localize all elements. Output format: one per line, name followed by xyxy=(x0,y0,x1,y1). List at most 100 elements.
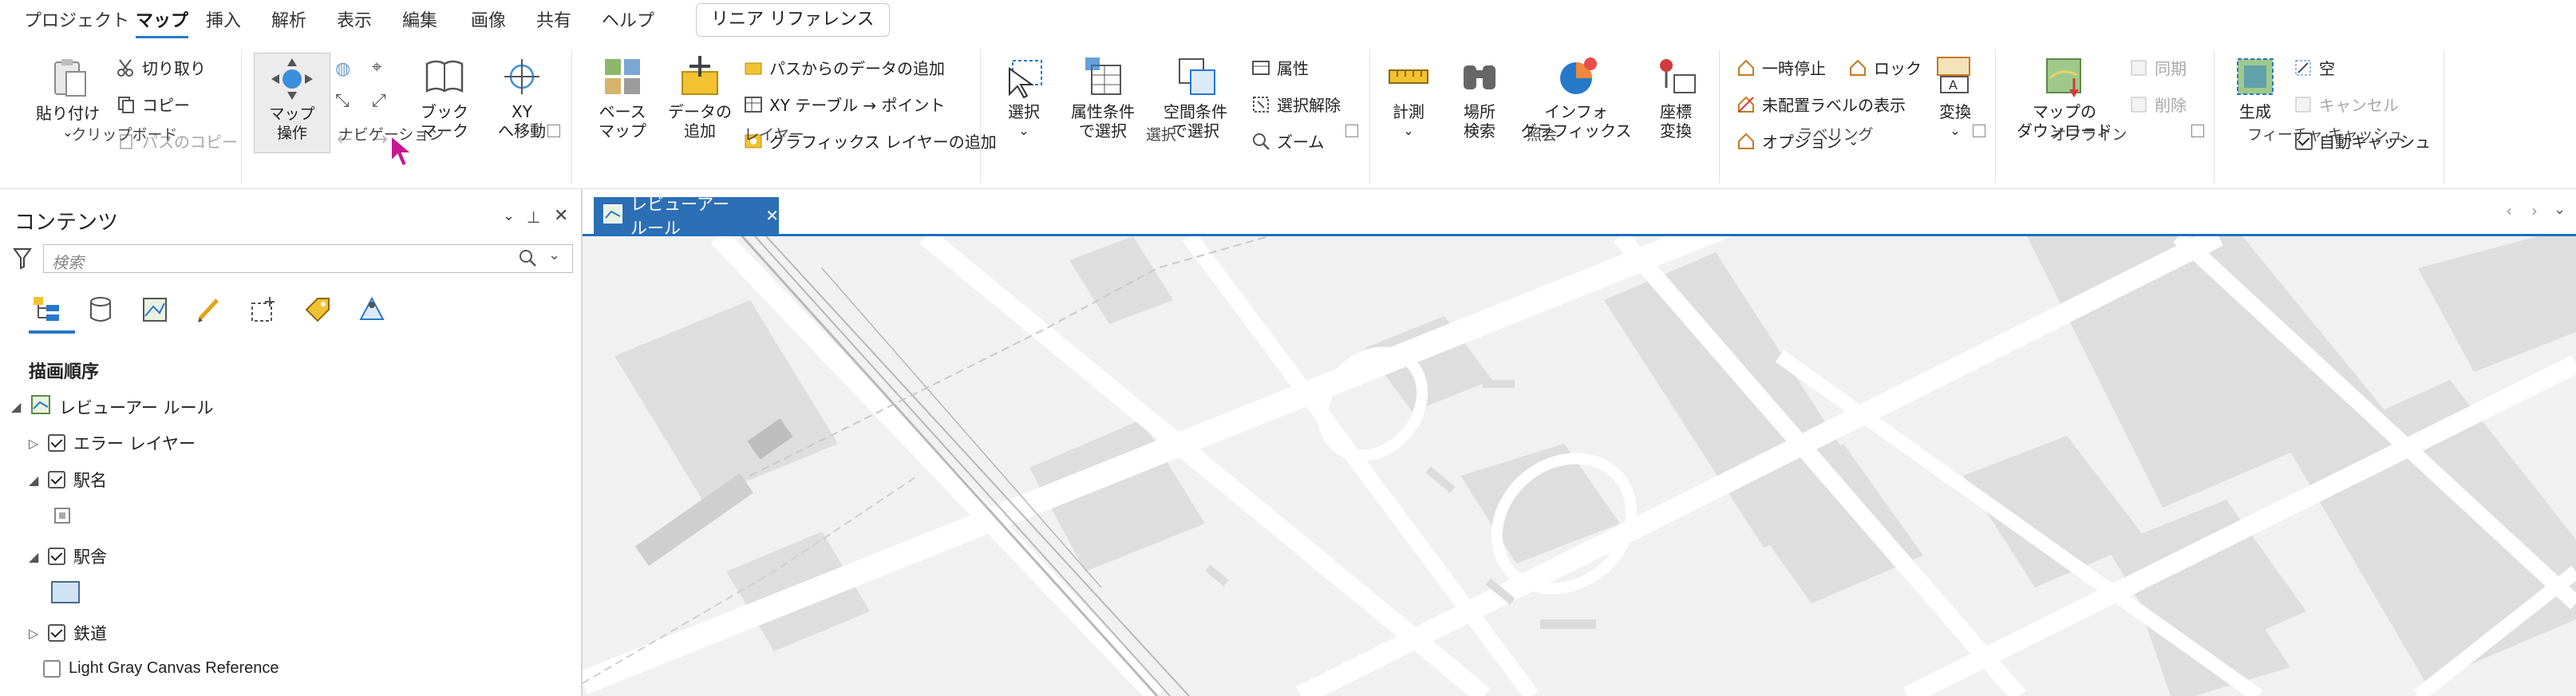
search-box[interactable]: 検索 ⌄ xyxy=(43,244,573,273)
clear-selection-icon xyxy=(1251,95,1270,114)
search-input[interactable]: 検索 xyxy=(52,250,84,273)
map-tab-icon xyxy=(603,204,622,227)
ribbon-separator xyxy=(1995,49,1996,184)
tab-imagery[interactable]: 画像 xyxy=(471,6,506,32)
search-icon[interactable] xyxy=(518,248,537,271)
select-by-attributes-label: 属性条件 で選択 xyxy=(1071,102,1135,140)
sync-button[interactable]: 同期 xyxy=(2129,56,2187,79)
remove-offline-button[interactable]: 削除 xyxy=(2129,93,2187,116)
pause-labeling-button[interactable]: 一時停止 xyxy=(1736,56,1826,79)
add-data-label: データの 追加 xyxy=(668,102,732,140)
tab-list-chevron-icon[interactable]: ⌄ xyxy=(2554,201,2566,218)
station-name-symbol-icon[interactable] xyxy=(53,506,73,530)
map-tab-label: レビューアー ルール xyxy=(630,195,729,238)
tab-scroll-right-icon[interactable]: › xyxy=(2531,201,2538,220)
labeling-launcher-icon[interactable] xyxy=(1973,125,1985,137)
layer-visibility-checkbox[interactable] xyxy=(48,548,65,565)
map-view-tab[interactable]: レビューアー ルール ✕ xyxy=(594,195,779,238)
paste-icon xyxy=(45,56,90,101)
close-pane-icon[interactable]: ✕ xyxy=(554,206,568,226)
fixed-zoom-out-icon[interactable]: ⤢ xyxy=(372,91,386,111)
editing-view-icon[interactable] xyxy=(195,295,223,327)
tab-edit[interactable]: 編集 xyxy=(402,6,437,32)
map-canvas[interactable] xyxy=(583,236,2576,696)
explore-map-button[interactable]: マップ 操作 xyxy=(254,53,330,153)
map-node[interactable]: ◢ レビューアー ルール xyxy=(11,394,214,419)
navigation-launcher-icon[interactable] xyxy=(547,125,560,137)
xy-table-to-point-button[interactable]: XY テーブル → ポイント xyxy=(744,93,946,116)
drawing-order-icon[interactable] xyxy=(32,295,61,327)
expand-triangle-icon[interactable]: ▷ xyxy=(29,436,40,451)
fixed-zoom-in-icon[interactable]: ⤡ xyxy=(335,91,350,111)
layer-visibility-checkbox[interactable] xyxy=(48,471,65,488)
layer-visibility-checkbox[interactable] xyxy=(48,624,65,642)
zoom-to-icon[interactable]: ⌖ xyxy=(372,57,381,77)
layer-error-layer[interactable]: ▷ エラー レイヤー xyxy=(29,431,196,455)
labeling-view-icon[interactable] xyxy=(303,295,332,327)
cut-button[interactable]: 切り取り xyxy=(117,56,206,79)
zoom-to-selection-button[interactable]: ズーム xyxy=(1251,129,1324,152)
add-data-from-path-button[interactable]: パスからのデータの追加 xyxy=(744,56,945,79)
collapse-triangle-icon[interactable]: ◢ xyxy=(29,549,40,564)
data-source-icon[interactable] xyxy=(86,295,115,327)
clipboard-group-label: クリップボード xyxy=(71,126,178,144)
pane-menu-chevron-icon[interactable]: ⌄ xyxy=(503,208,515,224)
basemap-button[interactable]: ベース マップ xyxy=(589,54,656,140)
expand-triangle-icon[interactable]: ▷ xyxy=(29,626,40,641)
perspective-imagery-icon[interactable] xyxy=(358,295,386,327)
select-arrow-icon xyxy=(1002,54,1046,99)
tab-analysis[interactable]: 解析 xyxy=(271,6,306,32)
pin-icon[interactable]: ⊥ xyxy=(527,208,540,227)
collapse-triangle-icon[interactable]: ◢ xyxy=(29,473,40,488)
empty-cache-button[interactable]: 空 xyxy=(2294,56,2335,79)
scissors-icon xyxy=(117,58,136,77)
view-unplaced-button[interactable]: 未配置ラベルの表示 xyxy=(1736,93,1906,116)
collapse-triangle-icon[interactable]: ◢ xyxy=(11,399,22,414)
convert-coordinates-button[interactable]: 座標 変換 xyxy=(1644,54,1708,140)
station-building-symbol-swatch[interactable] xyxy=(51,581,80,603)
snapping-view-icon[interactable] xyxy=(249,295,278,327)
label-options-icon xyxy=(1736,132,1756,151)
select-button[interactable]: 選択 ⌄ xyxy=(996,54,1052,140)
search-options-chevron-icon[interactable]: ⌄ xyxy=(548,247,560,263)
layer-railway[interactable]: ▷ 鉄道 xyxy=(29,621,107,645)
copy-button[interactable]: コピー xyxy=(117,93,190,116)
selection-launcher-icon[interactable] xyxy=(1345,125,1358,137)
tab-project[interactable]: プロジェクト xyxy=(24,6,129,32)
pan-arrows-icon xyxy=(270,57,314,101)
layer-visibility-checkbox[interactable] xyxy=(48,434,65,452)
filter-icon[interactable] xyxy=(13,247,32,273)
generate-cache-button[interactable]: 生成 xyxy=(2223,54,2287,121)
lock-labels-button[interactable]: ロック xyxy=(1848,56,1922,79)
tab-view[interactable]: 表示 xyxy=(337,6,372,32)
select-by-attributes-button[interactable]: 属性条件 で選択 xyxy=(1065,54,1141,140)
selection-view-icon[interactable] xyxy=(140,295,169,327)
locate-label: 場所 検索 xyxy=(1464,102,1495,140)
tab-map[interactable]: マップ xyxy=(136,6,189,38)
tab-linear-referencing[interactable]: リニア リファレンス xyxy=(696,3,890,37)
go-to-xy-button[interactable]: XY へ移動 xyxy=(488,54,555,140)
layer-light-gray-reference[interactable]: Light Gray Canvas Reference xyxy=(43,659,279,678)
remove-offline-label: 削除 xyxy=(2155,96,2187,115)
attribute-table-icon xyxy=(1081,54,1125,99)
offline-launcher-icon[interactable] xyxy=(2191,125,2204,137)
binoculars-icon xyxy=(1457,54,1502,99)
measure-button[interactable]: 計測 ⌄ xyxy=(1381,54,1436,140)
layer-station-building[interactable]: ◢ 駅舎 xyxy=(29,544,107,568)
cut-label: 切り取り xyxy=(142,59,206,78)
tab-insert[interactable]: 挿入 xyxy=(206,6,241,32)
full-extent-icon[interactable]: ◍ xyxy=(335,59,350,79)
menu-bar: プロジェクト マップ 挿入 解析 表示 編集 画像 共有 ヘルプ リニア リファ… xyxy=(0,0,2576,40)
tab-share[interactable]: 共有 xyxy=(536,6,571,32)
layer-station-name[interactable]: ◢ 駅名 xyxy=(29,468,107,492)
layer-visibility-checkbox[interactable] xyxy=(43,659,61,678)
clear-selection-label: 選択解除 xyxy=(1277,96,1341,115)
close-tab-icon[interactable]: ✕ xyxy=(765,206,779,225)
tab-scroll-left-icon[interactable]: ‹ xyxy=(2506,201,2512,220)
tab-help[interactable]: ヘルプ xyxy=(602,6,654,32)
attributes-button[interactable]: 属性 xyxy=(1251,56,1309,79)
locate-button[interactable]: 場所 検索 xyxy=(1448,54,1511,140)
add-data-button[interactable]: データの 追加 xyxy=(664,54,736,140)
cancel-cache-button[interactable]: キャンセル xyxy=(2294,93,2399,116)
clear-selection-button[interactable]: 選択解除 xyxy=(1251,93,1341,116)
